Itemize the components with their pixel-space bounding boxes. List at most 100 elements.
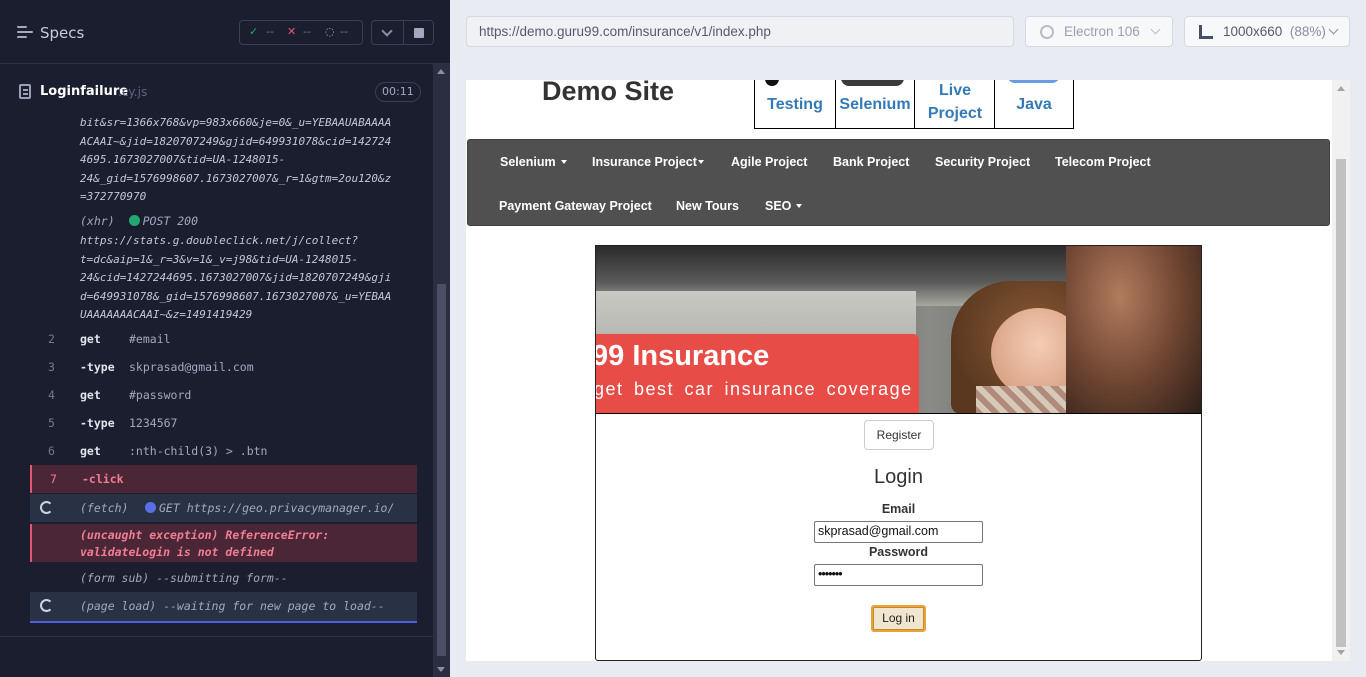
nav-insurance-project[interactable]: Insurance Project xyxy=(592,155,704,169)
runner-controls xyxy=(371,20,434,45)
command-number: 3 xyxy=(48,360,55,374)
pending-icon: ◌ xyxy=(325,25,335,38)
command-row[interactable]: 5 -type 1234567 xyxy=(30,409,417,437)
browser-selector[interactable]: Electron 106 xyxy=(1025,16,1173,47)
command-name: get xyxy=(80,332,101,346)
nav-label: Insurance Project xyxy=(592,155,697,169)
command-row[interactable]: 6 get :nth-child(3) > .btn xyxy=(30,437,417,465)
nav-telecom-project[interactable]: Telecom Project xyxy=(1055,155,1151,169)
top-link-label: Selenium xyxy=(839,96,911,113)
scroll-down-arrow-icon[interactable] xyxy=(1337,650,1345,655)
form-submit-entry[interactable]: (form sub) --submitting form-- xyxy=(30,564,417,592)
command-name: -type xyxy=(80,360,115,374)
password-label: Password xyxy=(868,545,929,559)
specs-menu-icon[interactable] xyxy=(17,26,33,40)
viewport-info[interactable]: 1000x660 (88%) xyxy=(1184,16,1350,47)
nav-new-tours[interactable]: New Tours xyxy=(676,199,739,213)
loading-spinner-icon xyxy=(40,501,53,514)
login-panel: 99 Insurance get best car insurance cove… xyxy=(595,245,1202,661)
nav-agile-project[interactable]: Agile Project xyxy=(731,155,807,169)
app-under-test-frame: Demo Site Testing Selenium Live Project … xyxy=(466,80,1350,661)
login-heading: Login xyxy=(874,466,923,488)
aut-url-bar[interactable]: https://demo.guru99.com/insurance/v1/ind… xyxy=(466,16,1014,47)
password-field[interactable]: ••••••• xyxy=(814,564,983,586)
status-dot-icon xyxy=(145,502,156,513)
top-link-testing[interactable]: Testing xyxy=(755,80,836,128)
top-link-label: Testing xyxy=(767,96,823,113)
command-name: get xyxy=(80,444,101,458)
nav-seo[interactable]: SEO xyxy=(765,199,803,213)
caret-down-icon xyxy=(697,160,704,164)
spec-file-row[interactable]: Loginfailure .cy.js 00:11 xyxy=(0,72,433,112)
top-link-label: Live Project xyxy=(927,82,983,122)
top-link-live-project[interactable]: Live Project xyxy=(915,80,995,128)
site-title: Demo Site xyxy=(542,80,675,106)
check-icon: ✓ xyxy=(249,25,259,38)
command-row[interactable]: 4 get #password xyxy=(30,381,417,409)
login-button[interactable]: Log in xyxy=(871,605,926,632)
failed-count: -- xyxy=(303,25,311,38)
caret-down-icon xyxy=(560,160,567,164)
scroll-down-arrow-icon[interactable] xyxy=(437,667,445,672)
viewport-size: 1000x660 xyxy=(1223,24,1283,39)
scrollbar-thumb[interactable] xyxy=(1336,159,1346,647)
uncaught-exception-entry[interactable]: (uncaught exception) ReferenceError: val… xyxy=(30,524,417,562)
exception-title: (uncaught exception) ReferenceError: xyxy=(80,528,330,542)
nav-selenium[interactable]: Selenium xyxy=(500,155,567,169)
site-navbar: Selenium Insurance Project Agile Project… xyxy=(467,139,1330,226)
stop-icon[interactable] xyxy=(414,28,424,38)
electron-icon xyxy=(1040,25,1054,39)
command-name: get xyxy=(80,388,101,402)
top-link-selenium[interactable]: Selenium xyxy=(836,80,915,128)
command-message: #password xyxy=(129,388,192,402)
command-name: -type xyxy=(80,416,115,430)
x-icon: ✕ xyxy=(287,25,297,38)
fetch-text: GET https://geo.privacymanager.io/ xyxy=(159,501,395,515)
command-log: bit&sr=1366x768&vp=983x660&je=0&_u=YEBAA… xyxy=(30,112,417,632)
viewport-zoom: (88%) xyxy=(1289,24,1326,39)
command-message: skprasad@gmail.com xyxy=(129,360,254,374)
specs-title[interactable]: Specs xyxy=(40,24,84,42)
nav-label: SEO xyxy=(765,199,792,213)
reporter-scrollbar[interactable] xyxy=(433,64,450,677)
nav-payment-gateway-project[interactable]: Payment Gateway Project xyxy=(499,199,652,213)
email-field[interactable]: skprasad@gmail.com xyxy=(814,521,983,543)
command-number: 7 xyxy=(50,472,57,486)
top-link-label: Java xyxy=(1016,96,1052,113)
status-dot-icon xyxy=(128,215,140,226)
xhr-type: (xhr) xyxy=(80,214,115,228)
scrollbar-thumb[interactable] xyxy=(437,284,446,656)
banner-subtitle: get best car insurance coverage xyxy=(596,379,913,399)
document-icon xyxy=(19,84,31,99)
command-message: 1234567 xyxy=(129,416,178,430)
form-submit-text: (form sub) --submitting form-- xyxy=(80,571,288,585)
spec-duration: 00:11 xyxy=(375,82,421,102)
request-url-text: bit&sr=1366x768&vp=983x660&je=0&_u=YEBAA… xyxy=(80,116,392,203)
failed-command-row[interactable]: 7 -click xyxy=(30,465,417,493)
scroll-up-arrow-icon[interactable] xyxy=(437,69,445,74)
nav-security-project[interactable]: Security Project xyxy=(935,155,1030,169)
test-stats: ✓ -- ✕ -- ◌ -- xyxy=(239,20,363,45)
xhr-log-entry[interactable]: (xhr) POST 200 xyxy=(80,214,198,228)
scroll-up-arrow-icon[interactable] xyxy=(1337,86,1345,91)
command-message: #email xyxy=(129,332,171,346)
top-links-bar: Testing Selenium Live Project Java xyxy=(754,80,1074,129)
pending-count: -- xyxy=(340,25,348,38)
command-row[interactable]: 2 get #email xyxy=(30,325,417,353)
command-number: 6 xyxy=(48,444,55,458)
register-button[interactable]: Register xyxy=(864,420,934,450)
command-number: 5 xyxy=(48,416,55,430)
spec-extension: .cy.js xyxy=(118,85,148,99)
email-label: Email xyxy=(881,502,916,516)
top-link-java[interactable]: Java xyxy=(995,80,1073,128)
chevron-down-icon[interactable] xyxy=(381,25,393,37)
fetch-log-entry[interactable]: (fetch) GET https://geo.privacymanager.i… xyxy=(30,494,417,522)
command-name: -click xyxy=(82,472,124,486)
chevron-down-icon xyxy=(1328,24,1339,35)
aut-scrollbar[interactable] xyxy=(1332,80,1350,661)
viewport-icon xyxy=(1199,25,1213,39)
loading-spinner-icon xyxy=(40,599,53,612)
command-row[interactable]: 3 -type skprasad@gmail.com xyxy=(30,353,417,381)
page-load-entry[interactable]: (page load) --waiting for new page to lo… xyxy=(30,592,417,623)
nav-bank-project[interactable]: Bank Project xyxy=(833,155,909,169)
